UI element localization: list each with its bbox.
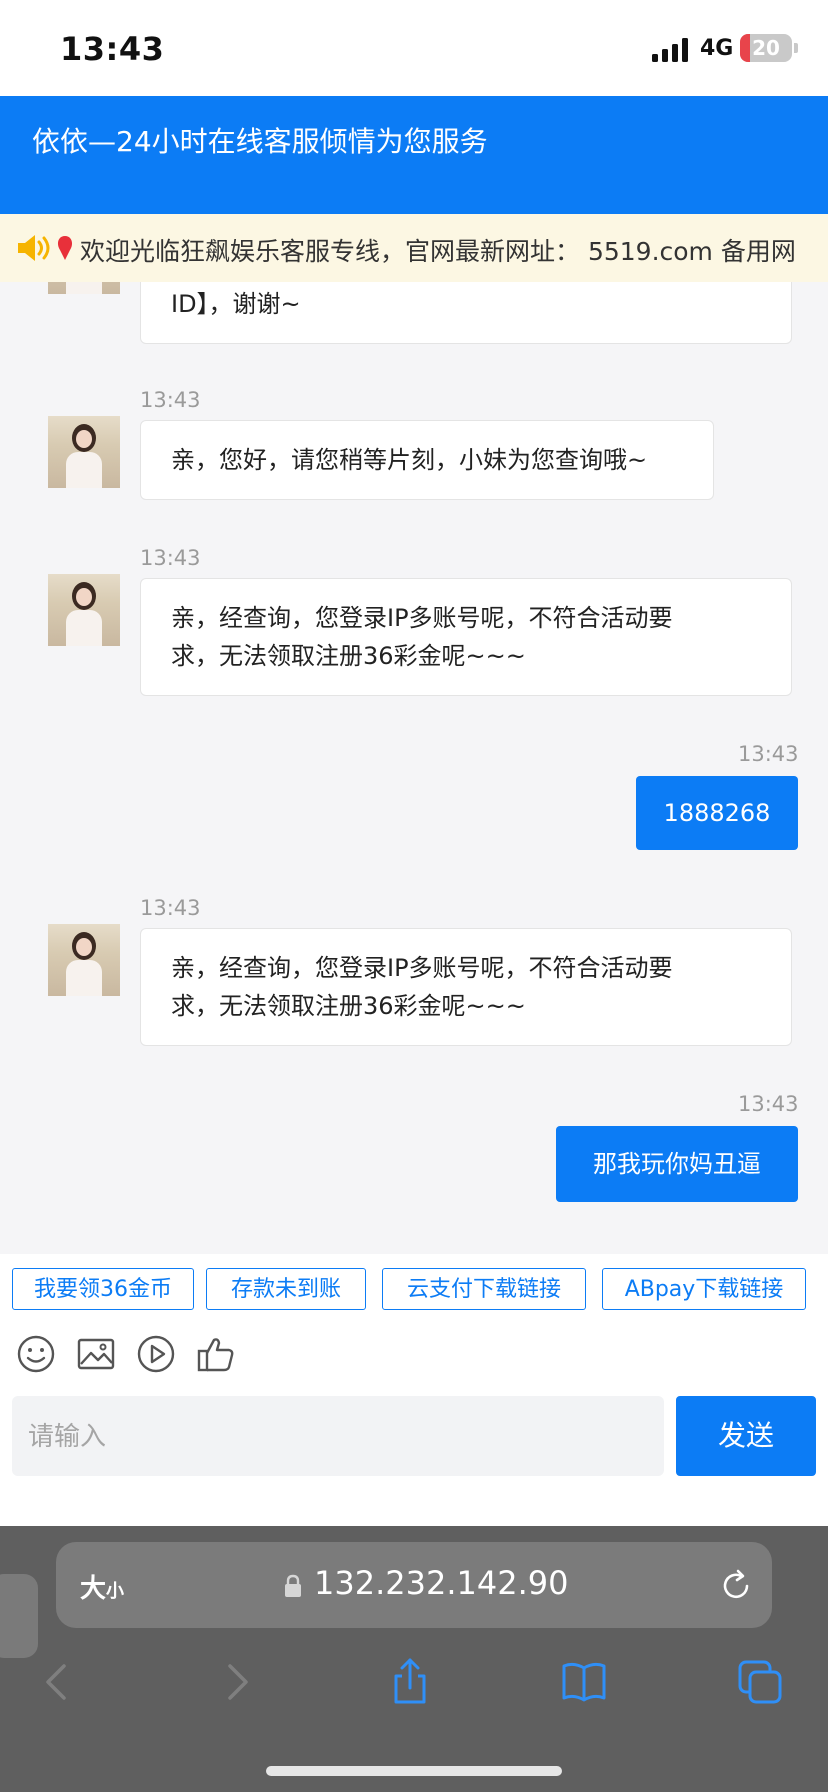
chat-messages[interactable]: ID】，谢谢~ 13:43 亲，您好，请您稍等片刻，小妹为您查询哦~ 13:43… xyxy=(0,282,828,1254)
reload-icon[interactable] xyxy=(716,1566,756,1606)
user-message-bubble: 1888268 xyxy=(636,776,798,850)
browser-bottom-bar: 大小 132.232.142.90 xyxy=(0,1526,828,1792)
quick-reply-button[interactable]: 存款未到账 xyxy=(206,1268,366,1310)
status-time: 13:43 xyxy=(60,30,165,68)
battery-percent: 20 xyxy=(752,36,780,60)
user-message-bubble: 那我玩你妈丑逼 xyxy=(556,1126,798,1202)
text-size-big: 大 xyxy=(80,1574,107,1604)
agent-message-bubble: 亲，您好，请您稍等片刻，小妹为您查询哦~ xyxy=(140,420,714,500)
speaker-icon xyxy=(18,235,73,261)
message-text: ID】，谢谢~ xyxy=(171,290,301,318)
cellular-signal-icon xyxy=(652,38,688,62)
battery-icon: 20 xyxy=(740,34,792,62)
text-size-small: 小 xyxy=(106,1581,125,1602)
agent-avatar xyxy=(48,282,120,294)
message-text: 1888268 xyxy=(663,799,771,827)
message-timestamp: 13:43 xyxy=(738,1092,799,1116)
message-text-line: 求，无法领取注册36彩金呢~~~ xyxy=(171,642,526,670)
message-timestamp: 13:43 xyxy=(738,742,799,766)
agent-avatar xyxy=(48,416,120,488)
message-text-line: 求，无法领取注册36彩金呢~~~ xyxy=(171,992,526,1020)
chat-toolbar xyxy=(0,1322,828,1390)
lock-icon xyxy=(285,1574,301,1597)
agent-message-bubble: 亲，经查询，您登录IP多账号呢，不符合活动要 求，无法领取注册36彩金呢~~~ xyxy=(140,928,792,1046)
smile-icon[interactable] xyxy=(16,1334,56,1374)
share-icon[interactable] xyxy=(386,1658,434,1706)
message-input[interactable] xyxy=(12,1396,664,1476)
quick-reply-button[interactable]: 我要领36金币 xyxy=(12,1268,194,1310)
image-icon[interactable] xyxy=(76,1334,116,1374)
message-text: 那我玩你妈丑逼 xyxy=(593,1150,761,1178)
agent-avatar xyxy=(48,924,120,996)
previous-tab-preview[interactable] xyxy=(0,1574,38,1658)
chat-header: 依依—24小时在线客服倾情为您服务 xyxy=(0,96,828,214)
forward-icon[interactable] xyxy=(212,1658,260,1706)
battery-cap xyxy=(794,43,798,53)
notice-text: 欢迎光临狂飙娱乐客服专线，官网最新网址： 5519.com 备用网 xyxy=(80,237,796,266)
quick-reply-button[interactable]: 云支付下载链接 xyxy=(382,1268,586,1310)
quick-replies: 我要领36金币 存款未到账 云支付下载链接 ABpay下载链接 xyxy=(0,1254,828,1322)
message-timestamp: 13:43 xyxy=(140,896,201,920)
message-text-line: 亲，经查询，您登录IP多账号呢，不符合活动要 xyxy=(171,604,673,632)
message-timestamp: 13:43 xyxy=(140,546,201,570)
message-text: 亲，您好，请您稍等片刻，小妹为您查询哦~ xyxy=(171,446,648,474)
tabs-icon[interactable] xyxy=(736,1658,784,1706)
quick-reply-button[interactable]: ABpay下载链接 xyxy=(602,1268,806,1310)
home-indicator xyxy=(266,1766,562,1776)
message-timestamp: 13:43 xyxy=(140,388,201,412)
message-text-line: 亲，经查询，您登录IP多账号呢，不符合活动要 xyxy=(171,954,673,982)
text-size-button[interactable]: 大小 xyxy=(80,1568,124,1605)
bookmarks-icon[interactable] xyxy=(560,1658,608,1706)
input-row: 发送 xyxy=(0,1390,828,1526)
status-bar: 13:43 4G 20 xyxy=(0,0,828,96)
agent-message-bubble: 亲，经查询，您登录IP多账号呢，不符合活动要 求，无法领取注册36彩金呢~~~ xyxy=(140,578,792,696)
url-text: 132.232.142.90 xyxy=(314,1564,569,1602)
thumbs-up-icon[interactable] xyxy=(196,1334,236,1374)
network-type: 4G xyxy=(700,36,734,61)
send-button[interactable]: 发送 xyxy=(676,1396,816,1476)
back-icon[interactable] xyxy=(34,1658,82,1706)
agent-avatar xyxy=(48,574,120,646)
video-icon[interactable] xyxy=(136,1334,176,1374)
agent-message-bubble: ID】，谢谢~ xyxy=(140,282,792,344)
address-bar[interactable]: 大小 132.232.142.90 xyxy=(56,1542,772,1628)
notice-bar: 欢迎光临狂飙娱乐客服专线，官网最新网址： 5519.com 备用网 xyxy=(0,214,828,282)
header-title: 依依—24小时在线客服倾情为您服务 xyxy=(32,125,488,158)
